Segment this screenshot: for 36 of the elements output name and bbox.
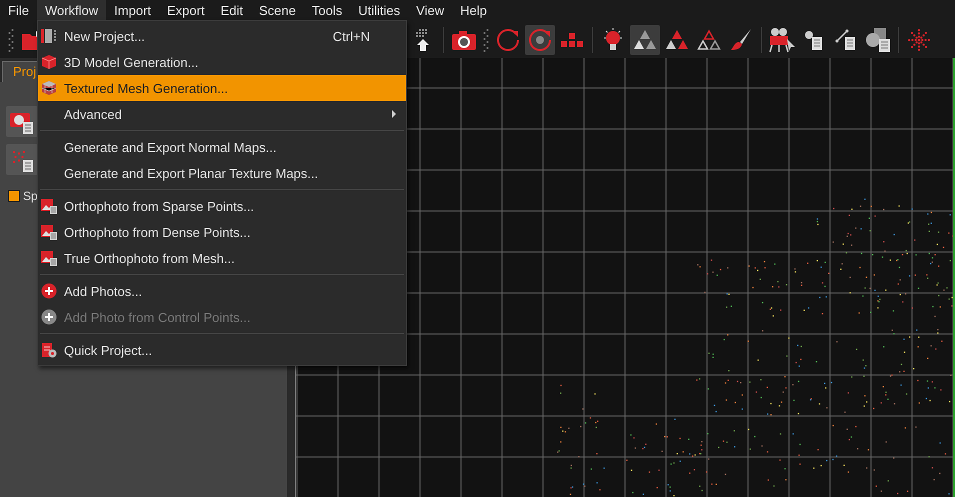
- image-doc-icon: [41, 250, 57, 266]
- menu-item[interactable]: Quick Project...: [38, 337, 406, 363]
- grip-icon: [8, 26, 14, 52]
- image-doc-icon: [41, 198, 57, 214]
- menu-item[interactable]: Generate and Export Normal Maps...: [38, 134, 406, 160]
- menu-bar-item[interactable]: Help: [452, 0, 495, 21]
- menu-item[interactable]: Textured Mesh Generation...: [38, 75, 406, 101]
- menu-bar-item[interactable]: Scene: [251, 0, 304, 21]
- cube-icon: [41, 54, 57, 70]
- menu-bar-item[interactable]: Export: [159, 0, 213, 21]
- triangles-icon[interactable]: [630, 24, 660, 54]
- quick-project-icon: [41, 342, 57, 358]
- grip-icon: [483, 26, 489, 52]
- new-project-icon: [41, 28, 57, 44]
- menu-bar-item[interactable]: View: [408, 0, 452, 21]
- menu-item[interactable]: Add Photos...: [38, 278, 406, 304]
- menu-bar-item[interactable]: Import: [106, 0, 160, 21]
- menu-item[interactable]: New Project... Ctrl+N: [38, 23, 406, 49]
- menu-bar-item[interactable]: Utilities: [350, 0, 408, 21]
- camera-doc-icon[interactable]: [6, 106, 38, 137]
- menu-bar-item[interactable]: Workflow: [36, 0, 106, 21]
- menu-bar-item[interactable]: Edit: [212, 0, 251, 21]
- dots-doc-icon[interactable]: [6, 144, 38, 175]
- add-icon: [41, 309, 57, 325]
- menu-item[interactable]: Orthophoto from Sparse Points...: [38, 193, 406, 219]
- menu-bar-item[interactable]: Tools: [304, 0, 350, 21]
- menu-bar-item[interactable]: File: [0, 0, 37, 21]
- menu-item[interactable]: Generate and Export Planar Texture Maps...: [38, 160, 406, 186]
- menu-item[interactable]: Orthophoto from Dense Points...: [38, 219, 406, 245]
- layer-label: Sp: [23, 189, 38, 203]
- cube-icon: [41, 80, 57, 96]
- menu-item[interactable]: True Orthophoto from Mesh...: [38, 245, 406, 271]
- add-icon: [41, 283, 57, 299]
- menu-item[interactable]: Advanced: [38, 101, 406, 127]
- image-doc-icon: [41, 224, 57, 240]
- layer-color-swatch[interactable]: [8, 190, 20, 202]
